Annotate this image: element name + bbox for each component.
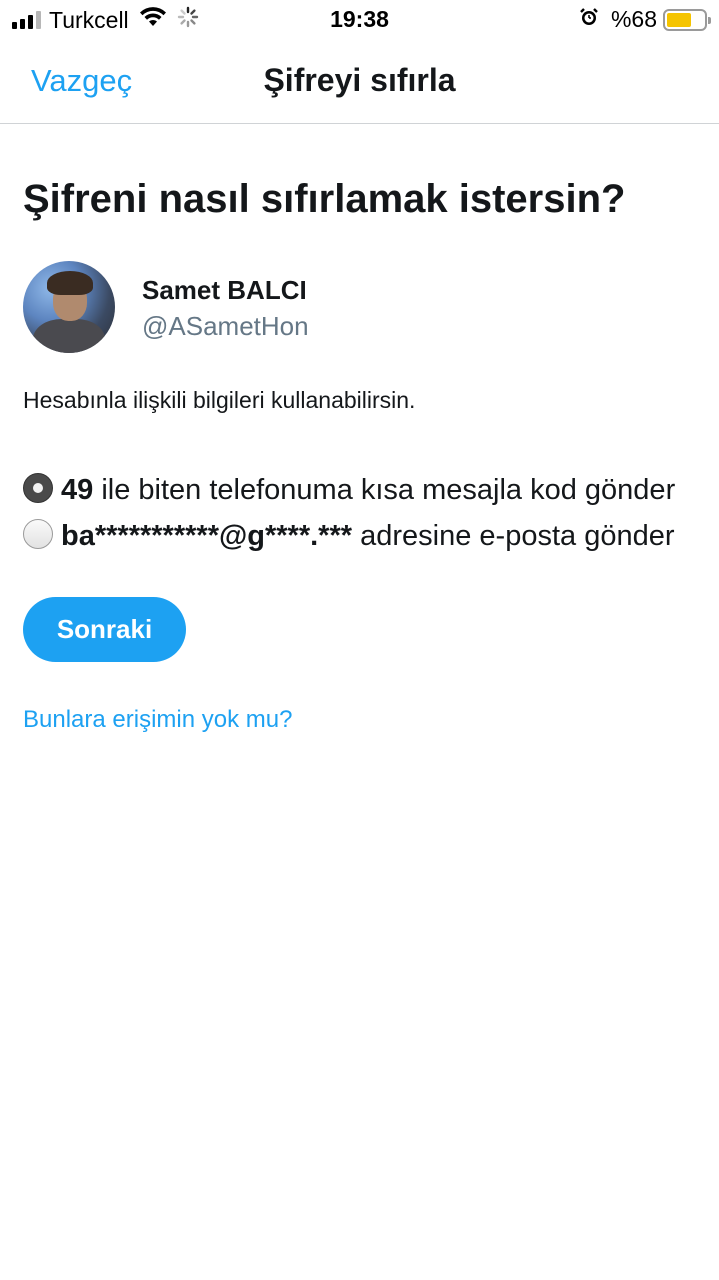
nav-bar: Vazgeç Şifreyi sıfırla — [0, 40, 719, 124]
status-bar: Turkcell 19:38 %68 — [0, 0, 719, 40]
avatar — [23, 261, 115, 353]
option-sms-label: ile biten telefonuma kısa mesajla kod gö… — [93, 474, 676, 506]
reset-options: 49 ile biten telefonuma kısa mesajla kod… — [23, 467, 695, 559]
radio-selected-icon[interactable] — [23, 473, 53, 503]
battery-icon — [663, 8, 711, 31]
main-content: Şifreni nasıl sıfırlamak istersin? Samet… — [23, 124, 695, 734]
option-sms[interactable]: 49 ile biten telefonuma kısa mesajla kod… — [23, 467, 695, 513]
profile-card: Samet BALCI @ASametHon — [23, 261, 695, 353]
next-button[interactable]: Sonraki — [23, 597, 186, 662]
alarm-icon — [579, 6, 599, 33]
profile-name: Samet BALCI — [142, 275, 307, 305]
reset-heading: Şifreni nasıl sıfırlamak istersin? — [23, 177, 626, 221]
phone-suffix: 49 — [61, 474, 94, 506]
radio-unselected-icon[interactable] — [23, 519, 53, 549]
status-bar-right: %68 — [579, 6, 711, 33]
profile-handle: @ASametHon — [142, 311, 309, 341]
masked-email: ba***********@g****.*** — [61, 520, 353, 552]
info-text: Hesabınla ilişkili bilgileri kullanabili… — [23, 387, 416, 413]
no-access-link[interactable]: Bunlara erişimin yok mu? — [23, 706, 695, 734]
option-email-label: adresine e-posta gönder — [352, 520, 675, 552]
battery-percentage: %68 — [610, 6, 657, 32]
page-title: Şifreyi sıfırla — [263, 62, 456, 98]
option-email[interactable]: ba***********@g****.*** adresine e-posta… — [23, 513, 695, 559]
battery-fill — [667, 12, 692, 27]
